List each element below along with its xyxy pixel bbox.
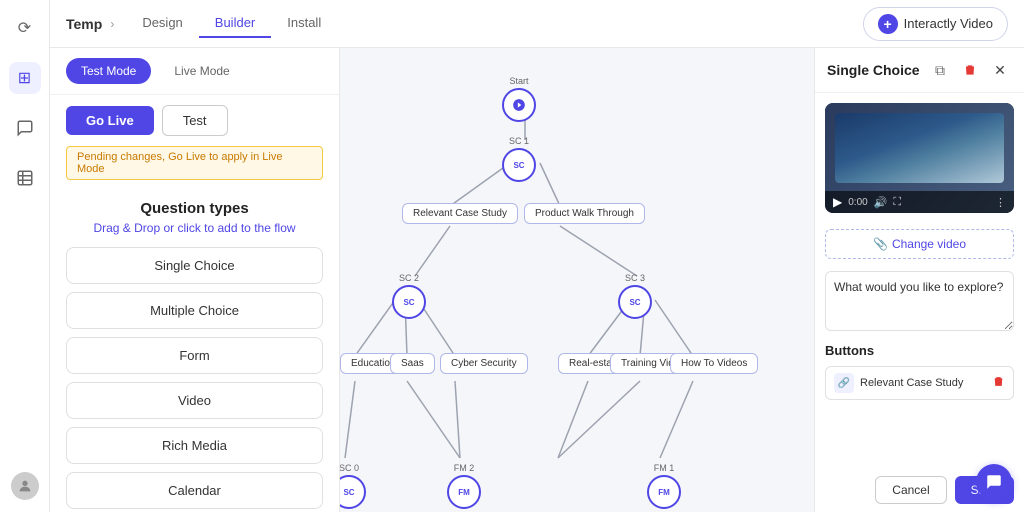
qt-video[interactable]: Video: [66, 382, 323, 419]
qt-title: Question types: [66, 200, 323, 217]
product-node[interactable]: Product Walk Through: [524, 203, 645, 224]
change-video-button[interactable]: 📎 Change video: [825, 229, 1014, 259]
delete-button[interactable]: [958, 58, 982, 82]
breadcrumb-arrow: ›: [110, 17, 114, 31]
howto-node[interactable]: How To Videos: [670, 353, 758, 374]
tab-install[interactable]: Install: [271, 9, 337, 38]
live-mode-button[interactable]: Live Mode: [159, 58, 244, 84]
video-time: 0:00: [848, 197, 867, 208]
sc0-node[interactable]: SC 0 SC: [340, 463, 366, 509]
tab-design[interactable]: Design: [126, 9, 198, 38]
topbar: Temp › Design Builder Install + Interact…: [50, 0, 1024, 48]
sidebar: ⟳ ⊞: [0, 0, 50, 512]
qt-calendar[interactable]: Calendar: [66, 472, 323, 509]
avatar[interactable]: [11, 472, 39, 500]
button-item-label: Relevant Case Study: [860, 377, 986, 389]
qt-form[interactable]: Form: [66, 337, 323, 374]
relevant-node[interactable]: Relevant Case Study: [402, 203, 518, 224]
cyber-node[interactable]: Cyber Security: [440, 353, 528, 374]
content-row: Test Mode Live Mode Go Live Test Pending…: [50, 48, 1024, 512]
saas-node[interactable]: Saas: [390, 353, 435, 374]
buttons-label: Buttons: [825, 343, 1014, 358]
interactly-video-button[interactable]: + Interactly Video: [863, 7, 1008, 41]
topbar-right: + Interactly Video: [863, 7, 1008, 41]
chat-icon[interactable]: [9, 112, 41, 144]
qt-subtitle: Drag & Drop or click to add to the flow: [66, 221, 323, 235]
video-controls: ▶ 0:00 🔊 ⛶ ⋮: [825, 191, 1014, 213]
button-delete-icon[interactable]: [992, 375, 1005, 391]
qt-rich-media[interactable]: Rich Media: [66, 427, 323, 464]
buttons-section: Buttons 🔗 Relevant Case Study: [815, 337, 1024, 412]
qt-list: Single Choice Multiple Choice Form Video…: [66, 247, 323, 509]
sc3-node[interactable]: SC 3 SC: [618, 273, 652, 319]
play-button[interactable]: ▶: [833, 195, 842, 209]
grid-icon[interactable]: ⊞: [9, 62, 41, 94]
mode-bar: Test Mode Live Mode: [50, 48, 339, 95]
chart-icon[interactable]: [9, 162, 41, 194]
question-types: Question types Drag & Drop or click to a…: [50, 188, 339, 512]
tab-builder[interactable]: Builder: [199, 9, 271, 38]
sync-icon[interactable]: ⟳: [9, 12, 41, 44]
go-live-button[interactable]: Go Live: [66, 106, 154, 135]
test-mode-button[interactable]: Test Mode: [66, 58, 151, 84]
action-bar: Go Live Test: [50, 95, 339, 146]
test-button[interactable]: Test: [162, 105, 228, 136]
fm1-node[interactable]: FM 1 FM: [647, 463, 681, 509]
paperclip-icon: 📎: [873, 237, 888, 251]
sc-panel-header: Single Choice ⧉ ✕: [815, 48, 1024, 93]
plus-circle-icon: +: [878, 14, 898, 34]
question-textarea[interactable]: [825, 271, 1014, 331]
fullscreen-button[interactable]: ⛶: [893, 196, 901, 209]
copy-button[interactable]: ⧉: [928, 58, 952, 82]
pending-message: Pending changes, Go Live to apply in Liv…: [66, 146, 323, 180]
chat-bubble[interactable]: [976, 464, 1012, 500]
main-area: Temp › Design Builder Install + Interact…: [50, 0, 1024, 512]
app-title: Temp: [66, 16, 102, 32]
canvas-area[interactable]: Start SC 1 SC Relevant Case Study Produc…: [340, 48, 1024, 512]
fm2-node[interactable]: FM 2 FM: [447, 463, 481, 509]
start-node[interactable]: Start: [502, 76, 536, 122]
button-item-icon: 🔗: [834, 373, 854, 393]
more-button[interactable]: ⋮: [995, 196, 1006, 209]
left-panel: Test Mode Live Mode Go Live Test Pending…: [50, 48, 340, 512]
volume-button[interactable]: 🔊: [874, 196, 888, 209]
single-choice-panel: Single Choice ⧉ ✕ ▶ 0:00 🔊: [814, 48, 1024, 512]
qt-single-choice[interactable]: Single Choice: [66, 247, 323, 284]
sc2-node[interactable]: SC 2 SC: [392, 273, 426, 319]
close-button[interactable]: ✕: [988, 58, 1012, 82]
video-preview: ▶ 0:00 🔊 ⛶ ⋮: [825, 103, 1014, 213]
sc1-node[interactable]: SC 1 SC: [502, 136, 536, 182]
button-item-relevant[interactable]: 🔗 Relevant Case Study: [825, 366, 1014, 400]
qt-multiple-choice[interactable]: Multiple Choice: [66, 292, 323, 329]
tab-group: Design Builder Install: [126, 9, 337, 38]
cancel-button[interactable]: Cancel: [875, 476, 946, 504]
sc-panel-title: Single Choice: [827, 62, 922, 78]
